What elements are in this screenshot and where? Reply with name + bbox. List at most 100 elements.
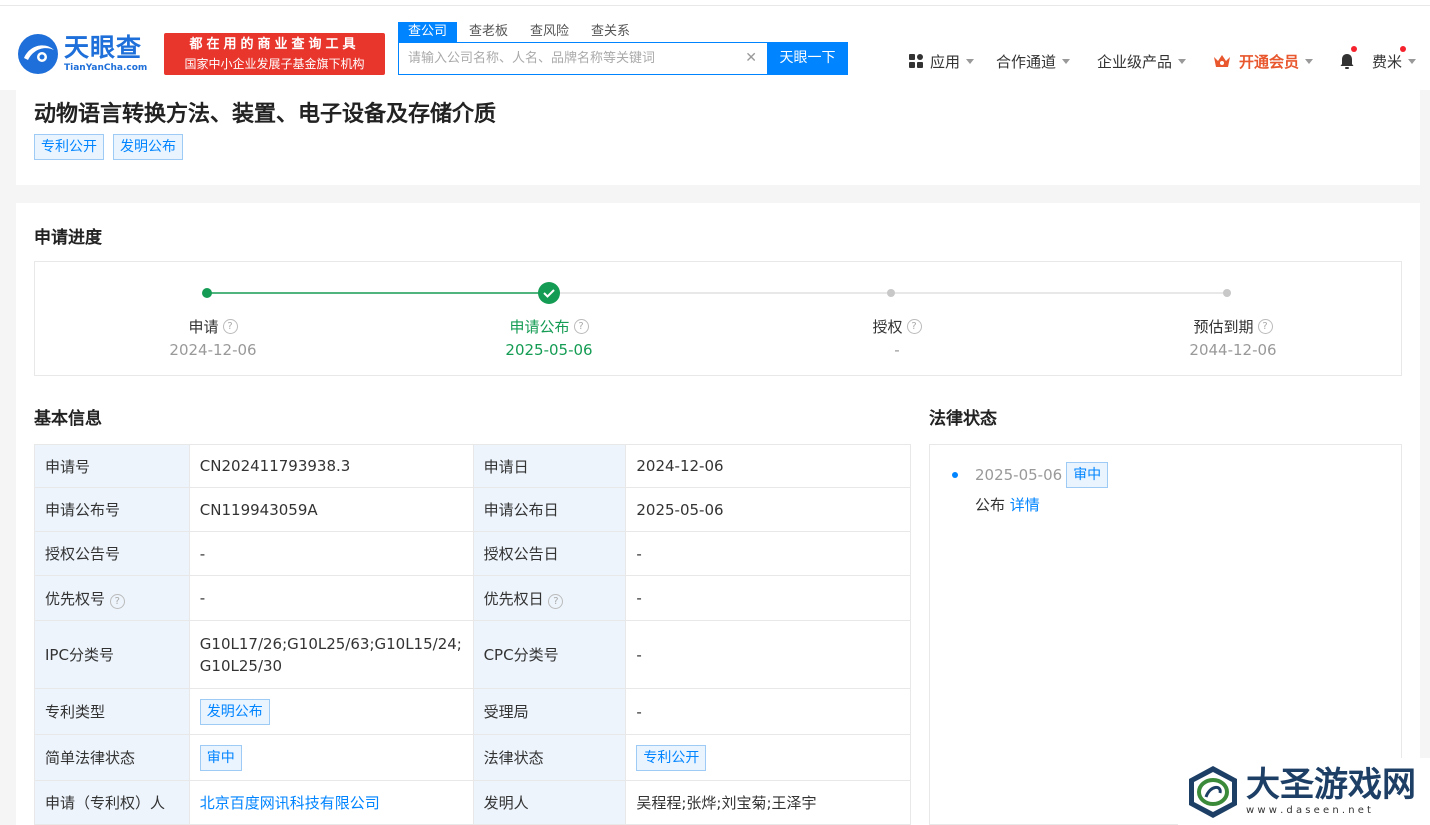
applicant-link[interactable]: 北京百度网讯科技有限公司	[200, 794, 380, 812]
cell-value: -	[625, 575, 911, 621]
cell-label: 申请（专利权）人	[34, 780, 190, 825]
step-date: -	[894, 341, 900, 359]
priority-no-label: 优先权号	[45, 589, 106, 608]
nav-apps[interactable]: 应用	[908, 50, 975, 72]
nav-vip-label: 开通会员	[1239, 52, 1300, 71]
legal-status-desc: 公布	[975, 496, 1006, 514]
legal-status-item: 2025-05-06 审中	[975, 462, 1109, 488]
tianyancha-logo-icon	[16, 32, 60, 76]
step-dot-expire	[1223, 289, 1231, 297]
help-icon[interactable]: ?	[548, 593, 564, 609]
cell-label: 授权公告号	[34, 531, 190, 576]
timeline-dot	[952, 472, 958, 478]
detail-link[interactable]: 详情	[1010, 496, 1040, 514]
table-row: 优先权号 ? - 优先权日 ? -	[34, 575, 911, 621]
progress-timeline: 申请? 2024-12-06 申请公布? 2025-05-06 授权? - 预估…	[34, 261, 1402, 376]
help-icon[interactable]: ?	[109, 593, 125, 609]
cell-value: 吴程程;张烨;刘宝菊;王泽宇	[625, 780, 911, 825]
cell-value: 2025-05-06	[625, 487, 911, 532]
cell-label: 申请公布日	[472, 487, 627, 532]
search-tabs: 查公司 查老板 查风险 查关系	[398, 22, 642, 42]
cell-label: 优先权号 ?	[34, 575, 190, 621]
cell-value: 审中	[188, 734, 474, 781]
cell-label: 授权公告日	[472, 531, 627, 576]
basic-info-table: 申请号 CN202411793938.3 申请日 2024-12-06 申请公布…	[34, 444, 911, 825]
step-label: 申请公布	[509, 318, 570, 336]
table-row: 授权公告号 - 授权公告日 -	[34, 531, 911, 576]
cell-label: 发明人	[472, 780, 627, 825]
table-row: 申请（专利权）人 北京百度网讯科技有限公司 发明人 吴程程;张烨;刘宝菊;王泽宇	[34, 780, 911, 825]
cell-label: 简单法律状态	[34, 734, 190, 781]
user-dot	[1400, 46, 1406, 52]
cell-value: 2024-12-06	[625, 444, 911, 488]
priority-date-label: 优先权日	[483, 589, 544, 608]
watermark-url: w w w . d a s e e n . n e t	[1246, 804, 1371, 816]
page-title: 动物语言转换方法、装置、电子设备及存储介质	[34, 102, 497, 127]
help-icon[interactable]: ?	[573, 319, 589, 334]
chevron-down-icon	[1305, 58, 1314, 64]
nav-enterprise[interactable]: 企业级产品	[1097, 50, 1187, 72]
cell-label: IPC分类号	[34, 620, 190, 689]
watermark: 大圣游戏网 w w w . d a s e e n . n e t	[1178, 758, 1430, 825]
check-icon	[538, 282, 560, 304]
cell-value: -	[625, 531, 911, 576]
progress-section-title: 申请进度	[34, 228, 102, 248]
nav-user-label: 费米	[1372, 52, 1403, 71]
cell-value: -	[188, 575, 474, 621]
step-label: 预估到期	[1193, 318, 1254, 336]
nav-user[interactable]: 费米	[1372, 50, 1417, 72]
nav-apps-label: 应用	[930, 52, 961, 71]
help-icon[interactable]: ?	[1257, 319, 1273, 334]
tab-search-company[interactable]: 查公司	[398, 22, 458, 42]
patent-type-badge: 发明公布	[199, 698, 270, 725]
search-input[interactable]	[399, 43, 739, 74]
bell-icon	[1340, 54, 1354, 69]
watermark-title: 大圣游戏网	[1246, 764, 1416, 805]
legal-status-badge: 审中	[1066, 462, 1109, 488]
notification-button[interactable]	[1338, 50, 1356, 72]
logo-text-cn: 天眼查	[64, 33, 143, 62]
cell-label: 法律状态	[472, 734, 627, 781]
table-row: 简单法律状态 审中 法律状态 专利公开	[34, 734, 911, 781]
header: 天眼查 TianYanCha.com 都在用的商业查询工具 国家中小企业发展子基…	[0, 6, 1430, 90]
cell-value: 北京百度网讯科技有限公司	[188, 780, 474, 825]
legal-status-title: 法律状态	[929, 409, 997, 429]
clear-icon[interactable]: ✕	[745, 50, 757, 66]
help-icon[interactable]: ?	[222, 319, 238, 334]
nav-vip[interactable]: 开通会员	[1213, 50, 1314, 72]
slogan-line-1: 都在用的商业查询工具	[189, 37, 360, 52]
step-date: 2024-12-06	[169, 341, 257, 359]
cell-label: 专利类型	[34, 688, 190, 735]
cell-label: 优先权日 ?	[472, 575, 627, 621]
chevron-down-icon	[1178, 58, 1187, 64]
chevron-down-icon	[966, 58, 975, 64]
crown-icon	[1214, 55, 1230, 67]
step-date: 2044-12-06	[1189, 341, 1277, 359]
cell-value: CN202411793938.3	[188, 444, 474, 488]
cell-label: 受理局	[472, 688, 627, 735]
nav-partners-label: 合作通道	[996, 52, 1057, 71]
table-row: 专利类型 发明公布 受理局 -	[34, 688, 911, 735]
tag-patent-public: 专利公开	[34, 134, 104, 160]
title-tags: 专利公开 发明公布	[34, 134, 183, 160]
nav-partners[interactable]: 合作通道	[996, 50, 1071, 72]
help-icon[interactable]: ?	[906, 319, 922, 334]
search-button[interactable]: 天眼一下	[767, 42, 848, 75]
chevron-down-icon	[1408, 58, 1417, 64]
tab-search-relation[interactable]: 查关系	[581, 22, 640, 42]
cell-value-ipc: G10L17/26;G10L25/63;G10L15/24;G10L25/30	[188, 620, 474, 689]
simple-legal-status-badge: 审中	[199, 744, 242, 771]
cell-value: -	[625, 620, 911, 689]
cell-value: 发明公布	[188, 688, 474, 735]
cell-value: -	[625, 688, 911, 735]
logo[interactable]: 天眼查 TianYanCha.com	[16, 32, 147, 76]
tab-search-risk[interactable]: 查风险	[520, 22, 579, 42]
table-row: 申请号 CN202411793938.3 申请日 2024-12-06	[34, 444, 911, 488]
logo-text-en: TianYanCha.com	[64, 63, 148, 73]
slogan-banner: 都在用的商业查询工具 国家中小企业发展子基金旗下机构	[164, 33, 385, 75]
apps-grid-icon	[909, 54, 923, 68]
notification-dot	[1351, 46, 1357, 52]
legal-status-badge: 专利公开	[636, 744, 707, 771]
tab-search-boss[interactable]: 查老板	[459, 22, 518, 42]
step-apply: 申请? 2024-12-06	[123, 316, 303, 359]
